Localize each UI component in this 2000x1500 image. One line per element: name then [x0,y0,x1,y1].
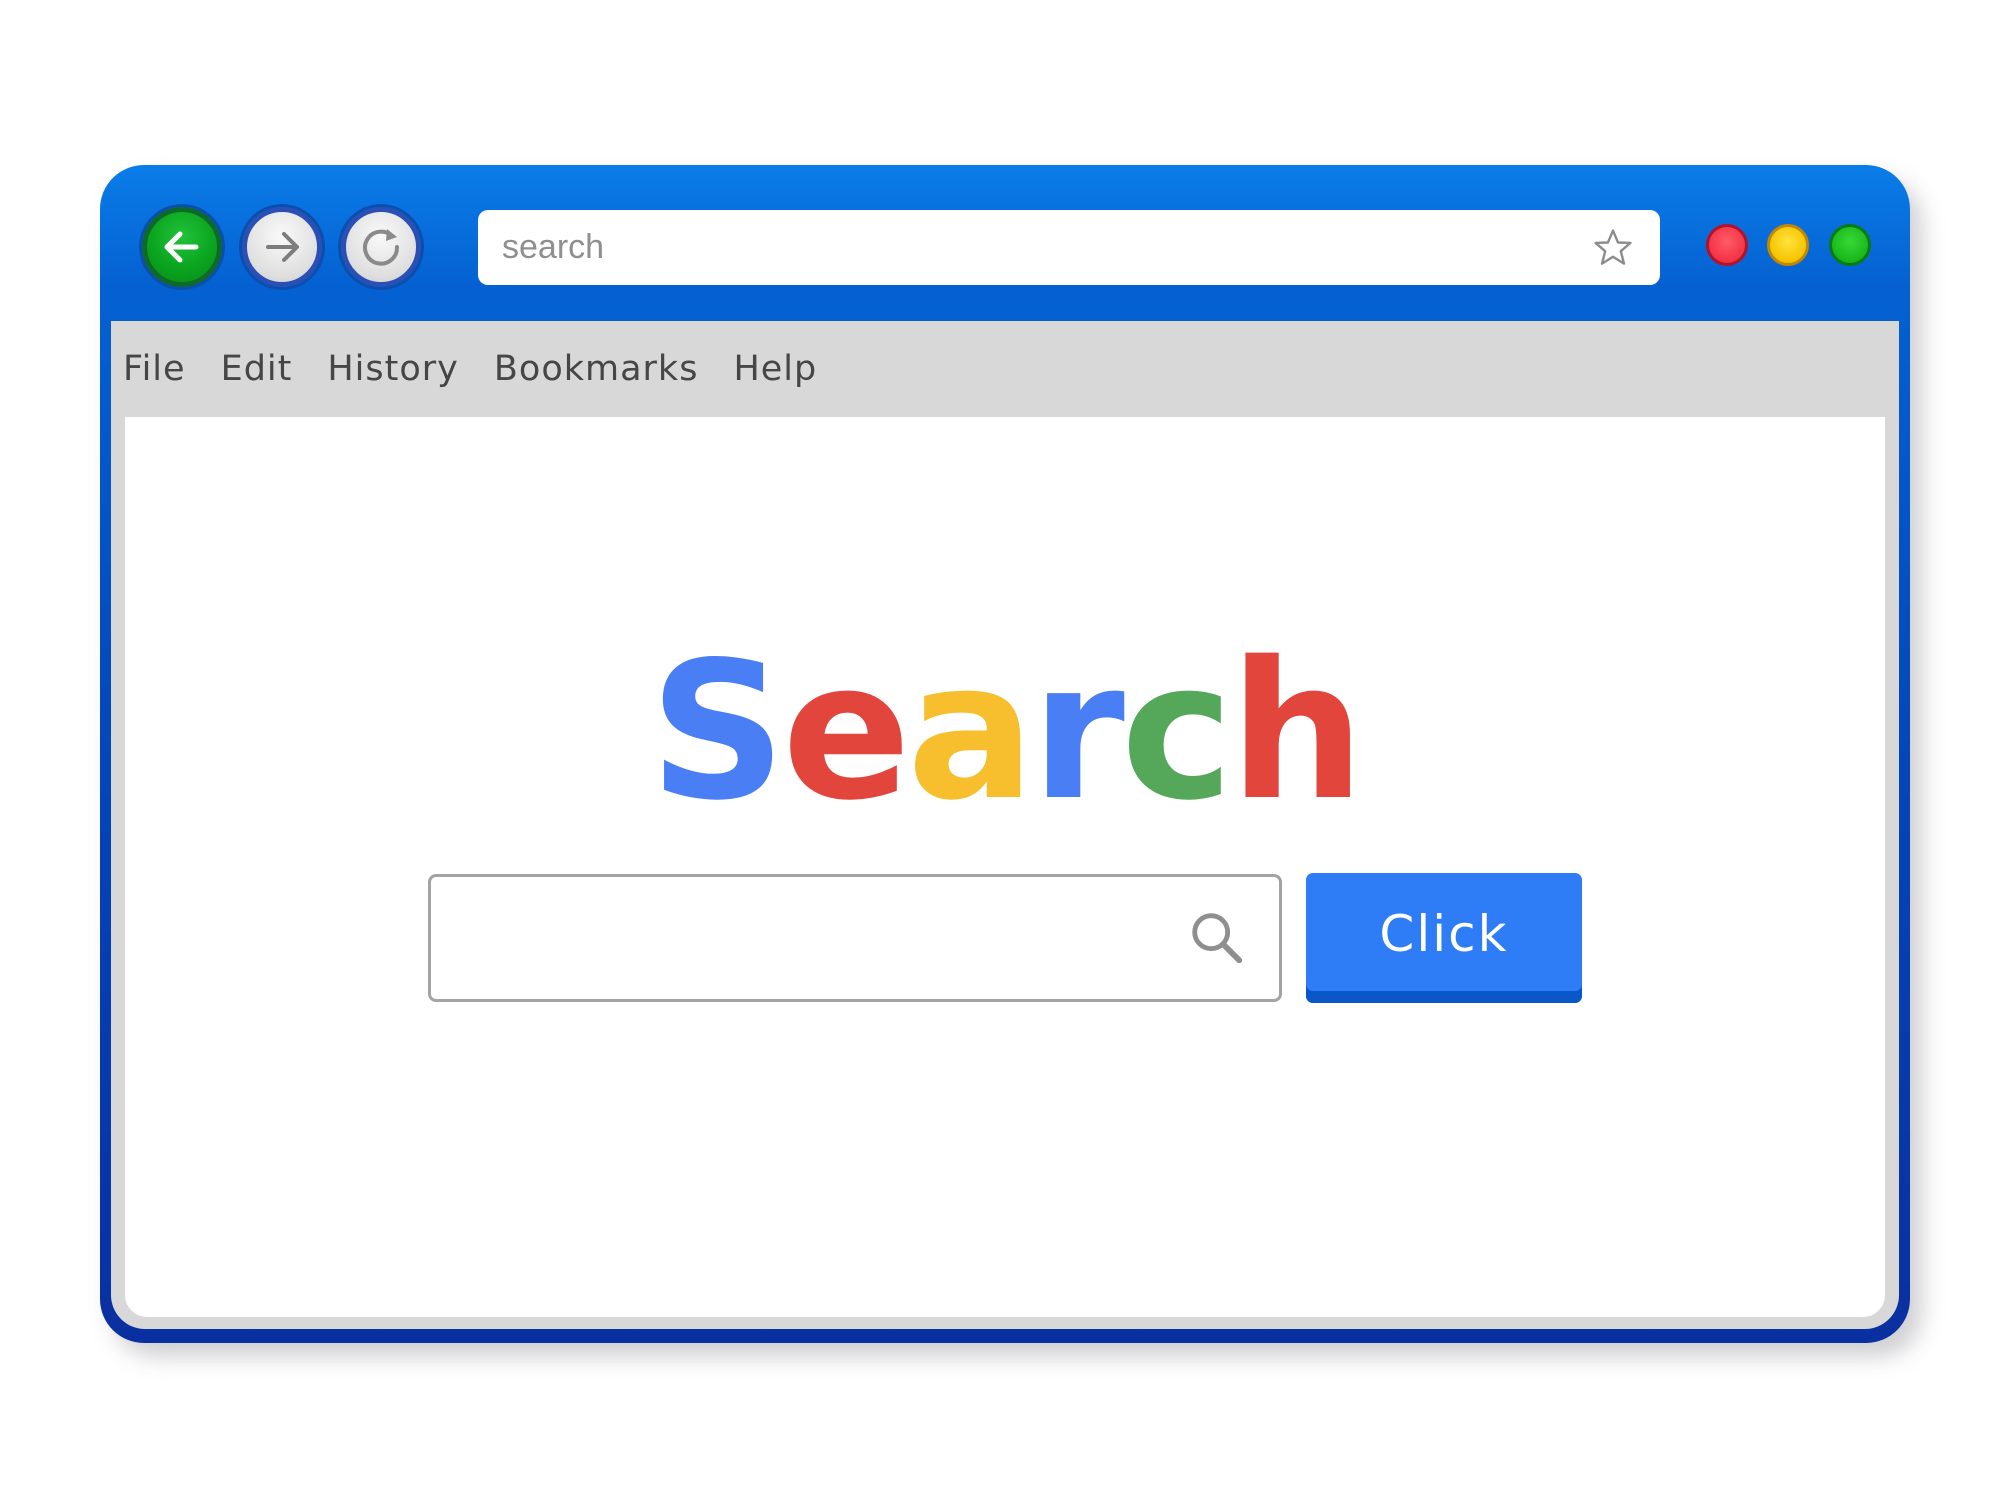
page-content: Search Click [125,417,1885,1317]
menu-item-help[interactable]: Help [733,349,817,389]
magnifier-icon-graphic [1192,913,1243,964]
reload-button[interactable] [341,207,421,287]
click-button[interactable]: Click [1306,873,1582,1003]
reload-icon [363,229,400,266]
title-bar [100,165,1910,321]
star-icon [1594,228,1632,265]
forward-button[interactable] [242,207,322,287]
menu-item-history[interactable]: History [327,349,459,389]
bookmark-star-button[interactable] [1590,225,1636,271]
search-logo: Search [125,637,1885,827]
arrow-left-icon [164,231,199,263]
stage: File Edit History Bookmarks Help Search [0,0,2000,1500]
logo-letter: S [649,621,786,842]
logo-letter: h [1229,621,1365,842]
logo-letter: a [906,621,1035,842]
minimize-window-button[interactable] [1767,224,1809,266]
browser-window: File Edit History Bookmarks Help Search [100,165,1910,1343]
logo-letter: e [782,621,911,842]
address-input[interactable] [502,228,1590,267]
menu-item-bookmarks[interactable]: Bookmarks [494,349,699,389]
menu-bar: File Edit History Bookmarks Help [111,321,1899,417]
logo-letter: c [1120,621,1234,842]
back-button[interactable] [142,207,222,287]
window-frame: File Edit History Bookmarks Help Search [111,321,1899,1329]
magnifier-icon[interactable] [1185,906,1249,970]
menu-item-file[interactable]: File [123,349,186,389]
maximize-window-button[interactable] [1829,224,1871,266]
search-input[interactable] [461,917,1185,959]
close-window-button[interactable] [1706,224,1748,266]
menu-item-edit[interactable]: Edit [221,349,293,389]
search-box[interactable] [428,874,1282,1002]
arrow-right-icon [266,232,299,262]
logo-letter: r [1031,621,1125,842]
address-bar[interactable] [478,210,1660,285]
